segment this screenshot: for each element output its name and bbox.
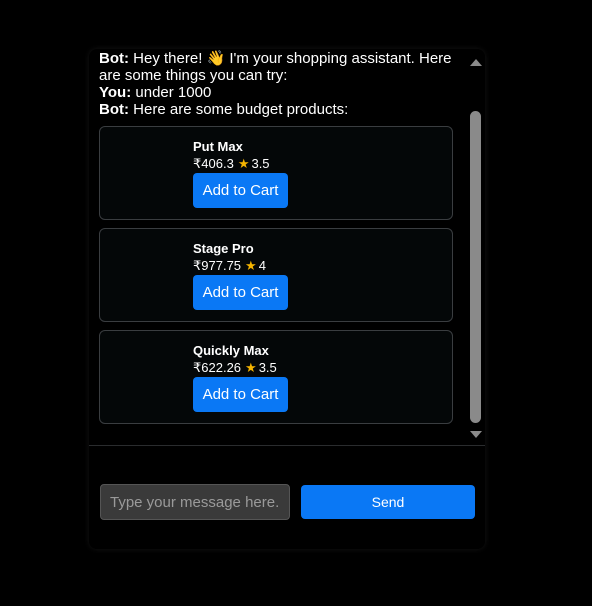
message-text: Here are some budget products: — [133, 101, 349, 118]
product-meta: ₹406.3 ★ 3.5 — [193, 156, 270, 172]
chat-message: Bot: Hey there! 👋 I'm your shopping assi… — [99, 50, 459, 84]
product-price: ₹406.3 — [193, 156, 234, 171]
product-card: Stage Pro ₹977.75 ★ 4 Add to Cart — [99, 228, 453, 322]
product-name: Quickly Max — [193, 343, 269, 358]
send-button[interactable]: Send — [301, 485, 475, 519]
product-name: Stage Pro — [193, 241, 254, 256]
add-to-cart-button[interactable]: Add to Cart — [193, 377, 288, 412]
input-bar: Send — [89, 446, 485, 549]
product-meta: ₹977.75 ★ 4 — [193, 258, 266, 274]
add-to-cart-button[interactable]: Add to Cart — [193, 275, 288, 310]
star-icon: ★ — [245, 258, 257, 273]
scrollbar-thumb[interactable] — [470, 111, 481, 423]
product-rating: 4 — [258, 258, 266, 273]
scroll-up-arrow-icon[interactable] — [470, 59, 482, 66]
product-price: ₹977.75 — [193, 258, 242, 273]
scroll-down-arrow-icon[interactable] — [470, 431, 482, 438]
product-rating: 3.5 — [251, 156, 270, 171]
star-icon: ★ — [237, 156, 250, 171]
product-card: Put Max ₹406.3 ★ 3.5 Add to Cart — [99, 126, 453, 220]
message-input[interactable] — [100, 484, 290, 520]
scrollbar[interactable] — [466, 49, 485, 445]
add-to-cart-button[interactable]: Add to Cart — [193, 173, 288, 208]
message-sender: You: — [99, 84, 132, 101]
product-price: ₹622.26 — [193, 360, 242, 375]
product-rating: 3.5 — [258, 360, 277, 375]
message-list-content: Bot: Hey there! 👋 I'm your shopping assi… — [99, 49, 459, 424]
message-sender: Bot: — [99, 101, 129, 118]
chat-message: Bot: Here are some budget products: — [99, 101, 459, 118]
message-sender: Bot: — [99, 50, 129, 67]
product-meta: ₹622.26 ★ 3.5 — [193, 360, 277, 376]
product-name: Put Max — [193, 139, 243, 154]
star-icon: ★ — [245, 360, 257, 375]
product-card: Quickly Max ₹622.26 ★ 3.5 Add to Cart — [99, 330, 453, 424]
message-list[interactable]: Bot: Hey there! 👋 I'm your shopping assi… — [89, 49, 466, 445]
message-text: under 1000 — [135, 84, 212, 101]
chat-message: You: under 1000 — [99, 84, 459, 101]
message-text: Hey there! 👋 I'm your shopping assistant… — [99, 50, 452, 84]
chat-window: Bot: Hey there! 👋 I'm your shopping assi… — [89, 49, 485, 549]
